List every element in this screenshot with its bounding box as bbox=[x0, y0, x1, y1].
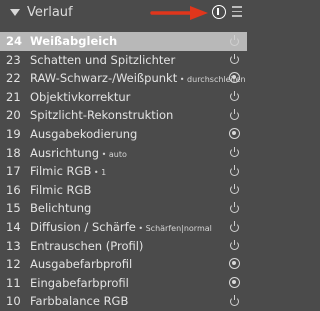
history-item-number: 15 bbox=[6, 201, 21, 216]
history-item-number: 24 bbox=[6, 34, 23, 48]
history-item[interactable]: 15 Belichtung bbox=[0, 199, 247, 218]
history-item[interactable]: 24 Weißabgleich bbox=[0, 32, 247, 51]
power-icon bbox=[229, 239, 240, 251]
history-item-label: Eingabefarbprofil bbox=[30, 275, 129, 290]
history-item-number: 14 bbox=[6, 220, 21, 234]
history-item[interactable]: 12 Ausgabefarbprofil bbox=[0, 255, 247, 274]
power-icon bbox=[229, 183, 240, 195]
power-icon bbox=[229, 165, 240, 176]
history-item[interactable]: 18 Ausrichtung • auto bbox=[0, 144, 247, 163]
history-item-label: Objektivkorrektur bbox=[30, 89, 131, 104]
history-item-label: Weißabgleich bbox=[30, 34, 118, 48]
panel-title: Verlauf bbox=[27, 5, 73, 20]
history-item-number: 23 bbox=[6, 52, 21, 67]
history-item-label: Ausgabefarbprofil bbox=[30, 257, 133, 272]
power-icon bbox=[229, 295, 240, 306]
history-item-number: 16 bbox=[6, 182, 21, 197]
history-item[interactable]: 16 Filmic RGB bbox=[0, 181, 247, 200]
history-item-number: 20 bbox=[6, 108, 21, 123]
history-item-number: 17 bbox=[6, 164, 21, 179]
history-item[interactable]: 21 Objektivkorrektur bbox=[0, 88, 247, 107]
history-item-number: 12 bbox=[6, 257, 21, 272]
history-item-label: Schatten und Spitzlichter bbox=[30, 52, 176, 67]
compress-history-icon[interactable] bbox=[212, 5, 226, 19]
power-icon bbox=[229, 90, 240, 102]
history-item-number: 22 bbox=[6, 71, 21, 86]
history-item-label: Belichtung bbox=[30, 201, 92, 216]
history-item[interactable]: 17 Filmic RGB • 1 bbox=[0, 162, 247, 181]
history-item-label: Ausgabekodierung bbox=[30, 127, 138, 141]
history-item-label: Diffusion / Schärfe • Schärfen|normal bbox=[30, 220, 212, 234]
history-item-label: Farbbalance RGB bbox=[30, 294, 129, 309]
history-item-label: RAW-Schwarz-/Weißpunkt • durchschleifen bbox=[30, 71, 246, 86]
history-item-label: Entrauschen (Profil) bbox=[30, 238, 144, 253]
history-item[interactable]: 10 Farbbalance RGB bbox=[0, 292, 247, 311]
history-item[interactable]: 20 Spitzlicht-Rekonstruktion bbox=[0, 106, 247, 125]
history-item[interactable]: 14 Diffusion / Schärfe • Schärfen|normal bbox=[0, 218, 247, 237]
history-item-suffix: • Schärfen|normal bbox=[135, 224, 212, 233]
power-icon bbox=[229, 35, 240, 46]
power-icon bbox=[229, 202, 240, 213]
history-item-label: Ausrichtung • auto bbox=[30, 145, 127, 160]
history-item-number: 11 bbox=[6, 275, 21, 290]
history-item[interactable]: 23 Schatten und Spitzlichter bbox=[0, 51, 247, 70]
history-item-label: Spitzlicht-Rekonstruktion bbox=[30, 108, 174, 123]
history-item-number: 19 bbox=[6, 127, 21, 141]
history-panel: Verlauf 24 Weißabgleich 23 Schatten und Spi… bbox=[0, 0, 247, 308]
red-arrow-annotation bbox=[150, 6, 208, 20]
history-item-number: 13 bbox=[6, 238, 21, 253]
history-item[interactable]: 13 Entrauschen (Profil) bbox=[0, 237, 247, 256]
history-item-label: Filmic RGB bbox=[30, 182, 92, 197]
menu-icon[interactable] bbox=[232, 6, 242, 17]
always-on-icon bbox=[229, 258, 240, 270]
history-item-suffix: • 1 bbox=[91, 168, 107, 178]
history-item-number: 10 bbox=[6, 294, 21, 309]
history-item-label: Filmic RGB • 1 bbox=[30, 164, 107, 179]
history-item[interactable]: 22 RAW-Schwarz-/Weißpunkt • durchschleife… bbox=[0, 69, 247, 88]
history-item[interactable]: 11 Eingabefarbprofil bbox=[0, 274, 247, 293]
history-item-suffix: • auto bbox=[99, 149, 127, 159]
always-on-icon bbox=[229, 72, 240, 84]
power-icon bbox=[229, 53, 240, 65]
power-icon bbox=[229, 109, 240, 120]
power-icon bbox=[229, 146, 240, 158]
panel-header[interactable]: Verlauf bbox=[0, 0, 247, 28]
history-item-number: 18 bbox=[6, 145, 21, 160]
power-icon bbox=[229, 221, 240, 232]
history-item-number: 21 bbox=[6, 89, 21, 104]
collapse-triangle-icon[interactable] bbox=[10, 9, 20, 16]
history-item[interactable]: 19 Ausgabekodierung bbox=[0, 125, 247, 144]
always-on-icon bbox=[229, 276, 240, 288]
always-on-icon bbox=[229, 128, 240, 139]
